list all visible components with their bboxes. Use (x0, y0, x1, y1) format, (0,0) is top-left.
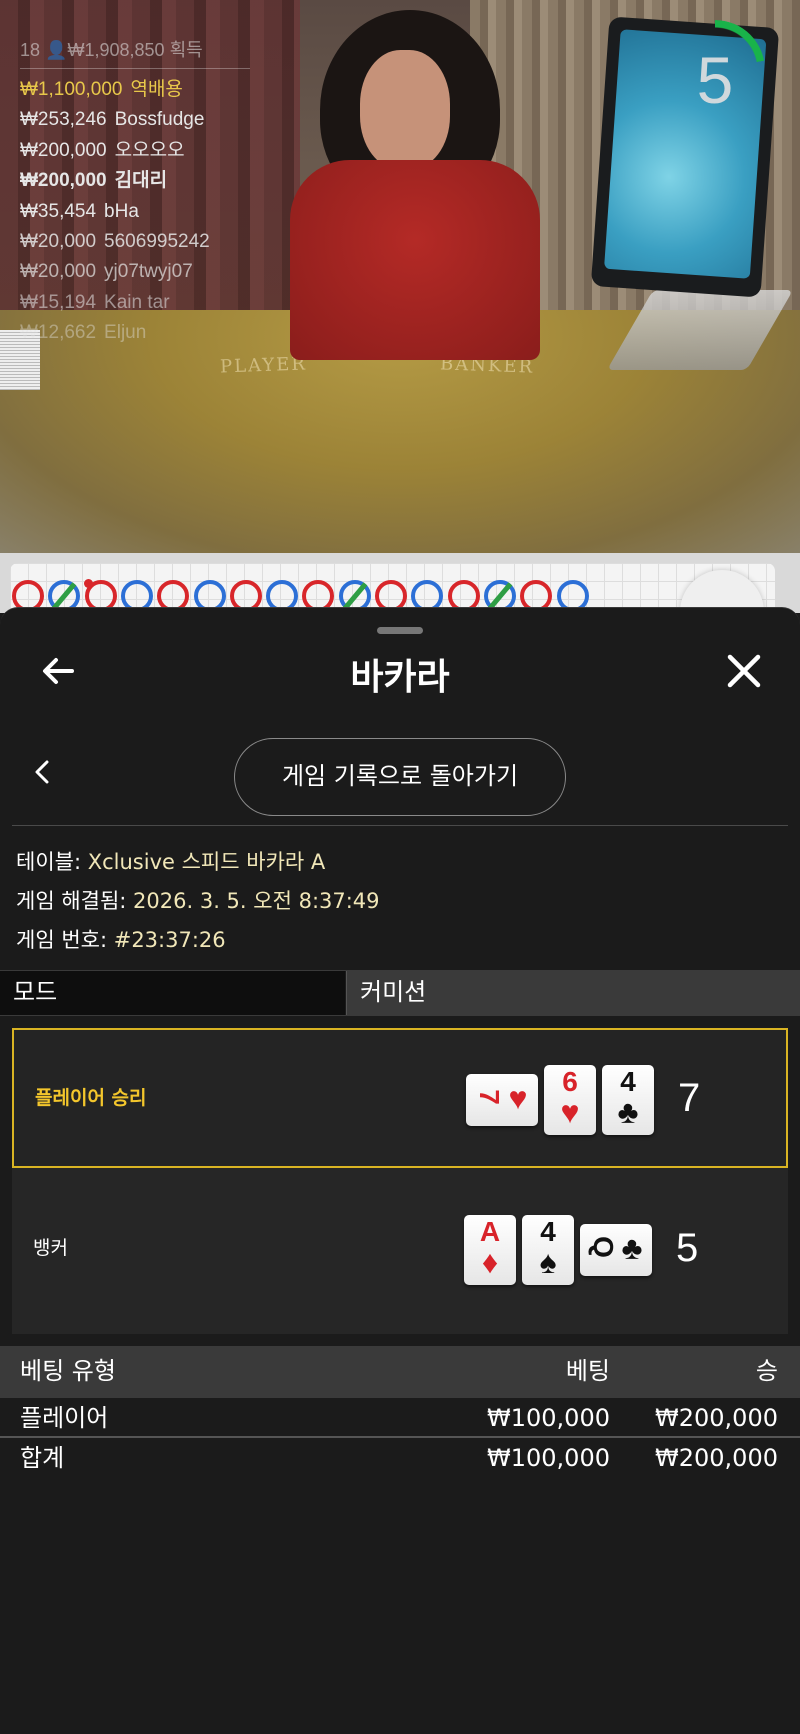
hand-results: 플레이어 승리 7 ♥ 6 ♥ 4 ♣ 7 뱅커 A ♦ 4 ♠ Q ♣ 5 (12, 1028, 788, 1334)
banker-card: 4 ♠ (522, 1215, 574, 1285)
winner-row: ₩253,246 Bossfudge (20, 105, 250, 135)
bead-road-grid (10, 563, 775, 613)
banker-card: Q ♣ (580, 1224, 652, 1276)
player-score: 7 (678, 1076, 701, 1120)
total-win: ₩200,000 (655, 1444, 778, 1472)
winner-name: bHa (104, 200, 139, 222)
bet-table-header: 베팅 유형 베팅 승 (0, 1346, 800, 1398)
win-amount: ₩200,000 (655, 1404, 778, 1432)
banker-hand-row: 뱅커 A ♦ 4 ♠ Q ♣ 5 (12, 1180, 788, 1320)
dealer (280, 10, 560, 360)
chevron-left-icon[interactable] (28, 754, 58, 790)
winner-name: Eljun (104, 322, 147, 344)
winner-amount: ₩200,000 (20, 139, 107, 161)
winner-name: Bossfudge (114, 109, 205, 131)
winner-row: ₩20,000 5606995242 (20, 227, 250, 257)
player-card: 4 ♣ (602, 1065, 654, 1135)
banker-score: 5 (676, 1226, 699, 1270)
player-card: 6 ♥ (544, 1065, 596, 1135)
winner-amount: ₩15,194 (20, 291, 97, 313)
winner-amount: ₩20,000 (20, 230, 97, 252)
winner-amount: ₩200,000 (20, 170, 107, 192)
tab-commission[interactable]: 커미션 (346, 971, 800, 1015)
card-rank: 6 (562, 1066, 578, 1097)
winner-row: ₩200,000 오오오오 (20, 136, 250, 166)
player-card: 7 ♥ (466, 1074, 538, 1126)
winner-amount: ₩253,246 (20, 109, 107, 131)
card-suit-icon: ♥ (560, 1094, 580, 1130)
total-bet: ₩100,000 (487, 1444, 610, 1472)
tab-mode[interactable]: 모드 (0, 971, 345, 1015)
winner-row: ₩1,100,000 역배용 (20, 75, 250, 105)
winner-row: ₩200,000 김대리 (20, 166, 250, 196)
live-video-feed[interactable]: PLAYER BANKER 5 18 👤₩1,908,850 획득 ₩1,100… (0, 0, 800, 553)
bet-amount: ₩100,000 (487, 1404, 610, 1432)
game-number: #23:37:26 (113, 928, 226, 952)
winners-header: 18 👤₩1,908,850 획득 (20, 36, 250, 69)
winner-amount: ₩1,100,000 (20, 79, 123, 100)
divider (12, 825, 788, 826)
winner-name: Kain tar (104, 291, 170, 313)
winners-list: 18 👤₩1,908,850 획득 ₩1,100,000 역배용 ₩253,246 B… (20, 36, 250, 349)
winner-name: 5606995242 (104, 230, 210, 252)
winner-row: ₩20,000 yj07twyj07 (20, 257, 250, 287)
header-win: 승 (755, 1357, 778, 1385)
winner-name: 오오오오 (114, 139, 185, 161)
table-info: 테이블: Xclusive 스피드 바카라 A (16, 850, 326, 874)
card-rank: 4 (620, 1066, 636, 1097)
sheet-drag-handle[interactable] (377, 627, 423, 634)
card-suit-icon: ♥ (508, 1080, 528, 1116)
header-bet: 베팅 (565, 1357, 610, 1385)
card-suit-icon: ♣ (621, 1230, 643, 1266)
winner-name: 역배용 (130, 79, 183, 100)
bet-table: 베팅 유형 베팅 승 플레이어 ₩100,000 ₩200,000 합계 ₩100,… (0, 1346, 800, 1478)
player-result-label: 플레이어 승리 (35, 1087, 147, 1109)
bet-row: 플레이어 ₩100,000 ₩200,000 (0, 1398, 800, 1438)
table-name: Xclusive 스피드 바카라 A (87, 850, 326, 874)
user-icon: 👤 (45, 40, 68, 60)
close-icon[interactable] (724, 651, 764, 691)
game-history-sheet: 바카라 게임 기록으로 돌아가기 테이블: Xclusive 스피드 바카라 A… (0, 607, 800, 1734)
winner-amount: ₩35,454 (20, 200, 97, 222)
winner-row: ₩15,194 Kain tar (20, 288, 250, 318)
header-bet-type: 베팅 유형 (20, 1357, 116, 1385)
page-title: 바카라 (350, 657, 450, 698)
card-suit-icon: ♠ (539, 1244, 557, 1280)
mode-tabs: 모드 커미션 (0, 970, 800, 1016)
resolved-time: 2026. 3. 5. 오전 8:37:49 (133, 889, 380, 913)
winner-amount: ₩12,662 (20, 322, 97, 344)
card-rank: 4 (540, 1216, 556, 1247)
bet-total-row: 합계 ₩100,000 ₩200,000 (0, 1438, 800, 1478)
countdown-number: 5 (696, 43, 734, 117)
winner-amount: ₩20,000 (20, 261, 97, 283)
card-suit-icon: ♦ (481, 1244, 499, 1280)
app-root: { "video": { "countdown": "5", "felt_pla… (0, 0, 800, 1734)
back-to-history-button[interactable]: 게임 기록으로 돌아가기 (234, 738, 566, 816)
card-rank: A (479, 1216, 501, 1247)
card-suit-icon: ♣ (617, 1094, 639, 1130)
banker-result-label: 뱅커 (33, 1237, 68, 1259)
bet-type: 플레이어 (20, 1404, 109, 1432)
winner-row: ₩35,454 bHa (20, 197, 250, 227)
player-hand-row: 플레이어 승리 7 ♥ 6 ♥ 4 ♣ 7 (12, 1028, 788, 1168)
winner-name: 김대리 (114, 170, 168, 192)
winner-name: yj07twyj07 (104, 261, 193, 283)
banker-card: A ♦ (464, 1215, 516, 1285)
winner-row: ₩12,662 Eljun (20, 318, 250, 348)
resolved-info: 게임 해결됨: 2026. 3. 5. 오전 8:37:49 (16, 889, 380, 913)
game-number-info: 게임 번호: #23:37:26 (16, 928, 226, 952)
total-label: 합계 (20, 1444, 65, 1472)
